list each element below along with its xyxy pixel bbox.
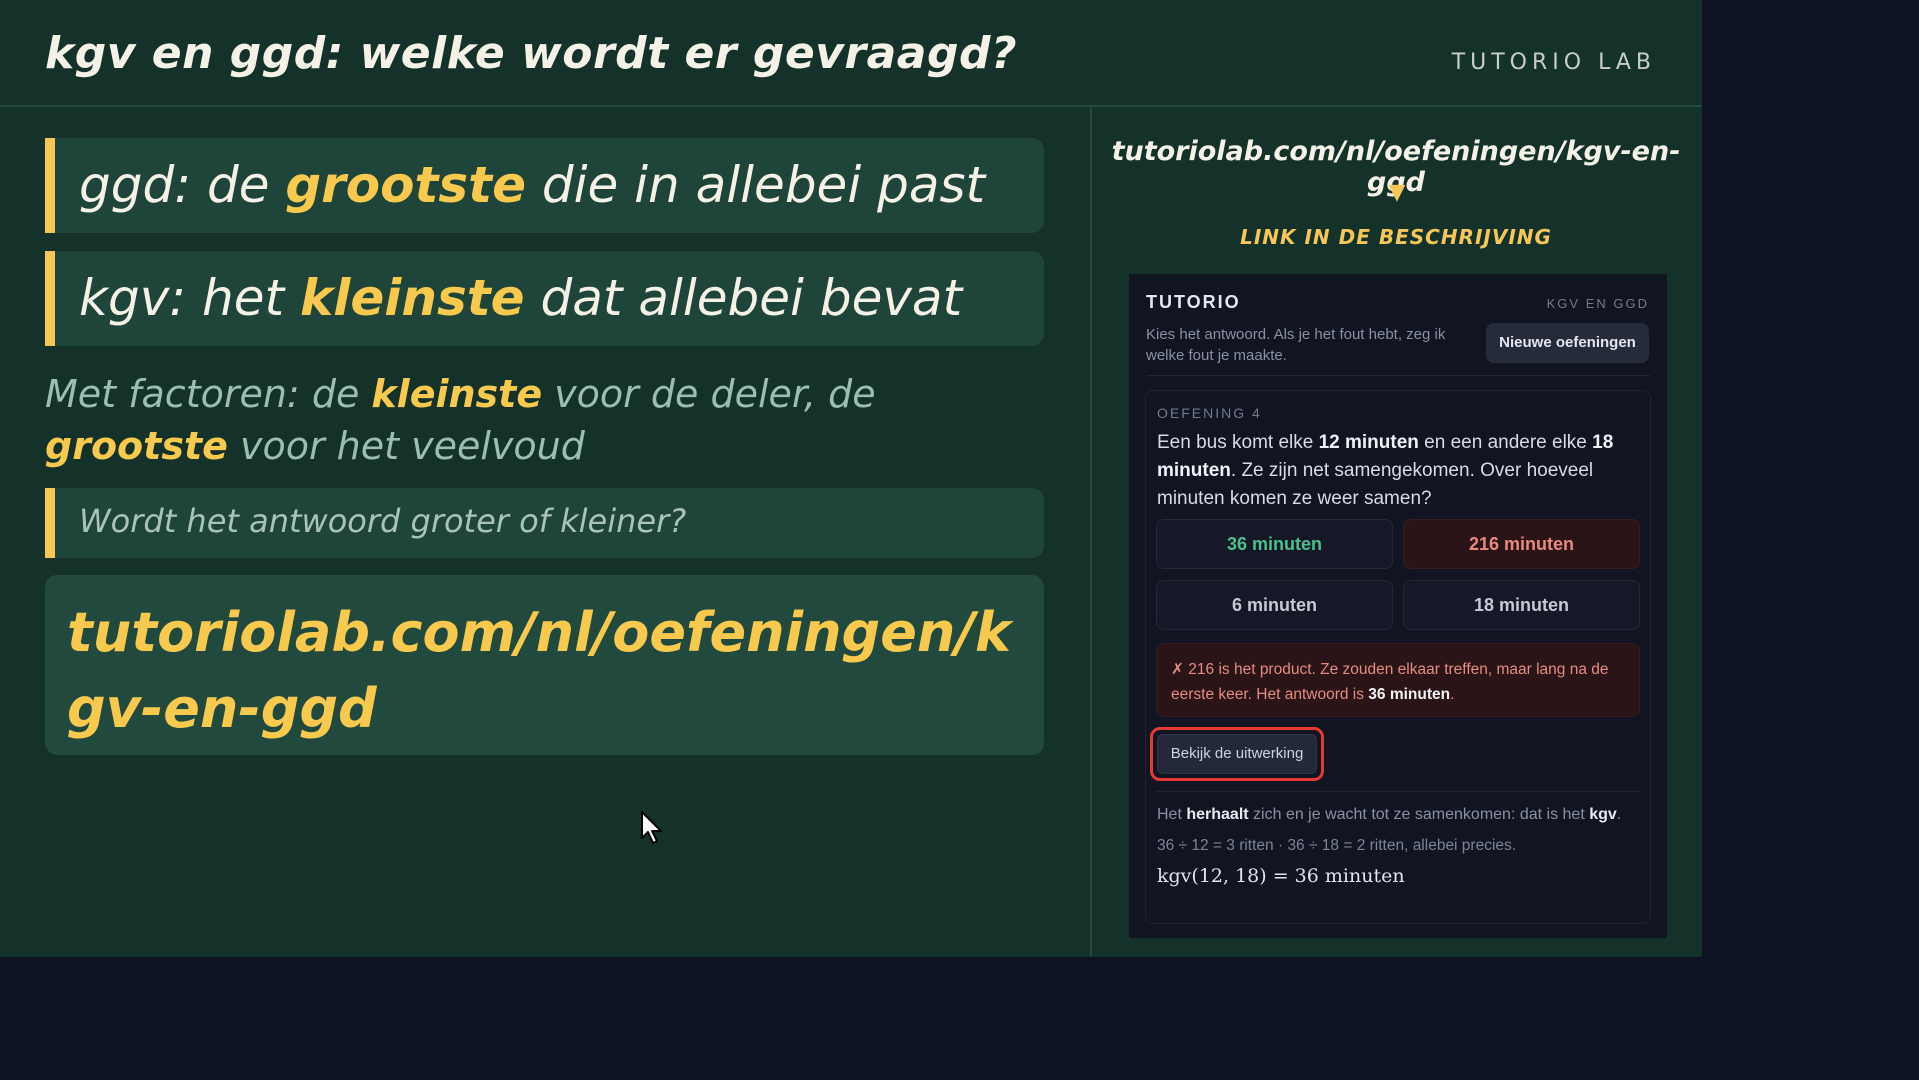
exercise-question: Een bus komt elke 12 minuten en een ande…	[1157, 429, 1637, 513]
kgv-card: kgv: het kleinste dat allebei bevat	[45, 251, 1044, 346]
factoren-part3: voor het veelvoud	[227, 424, 585, 468]
expl-part: .	[1616, 806, 1622, 823]
ggd-suffix: die in allebei past	[525, 156, 986, 214]
ggd-text: ggd: de grootste die in allebei past	[79, 156, 985, 214]
divider	[1146, 375, 1650, 376]
factoren-highlight-1: kleinste	[371, 372, 543, 416]
explanation-formula: kgv(12, 18) = 36 minuten	[1157, 865, 1405, 887]
url-text: tutoriolab.com/nl/oefeningen/kgv-en-ggd	[67, 601, 1011, 740]
link-label: LINK IN DE BESCHRIJVING	[1240, 225, 1552, 249]
arrow-down-icon: ▼	[1388, 180, 1406, 205]
factoren-highlight-2: grootste	[45, 424, 228, 468]
kgv-prefix: kgv: het	[79, 269, 300, 327]
factoren-part1: Met factoren: de	[45, 372, 372, 416]
mouse-cursor-icon	[641, 811, 662, 844]
brand-label: TUTORIO LAB	[1451, 50, 1656, 75]
ggd-highlight: grootste	[285, 156, 526, 214]
question-part: en een andere elke	[1418, 432, 1593, 453]
explanation-line: Het herhaalt zich en je wacht tot ze sam…	[1157, 806, 1647, 824]
question-bold: 12 minuten	[1318, 432, 1419, 453]
app-brand: TUTORIO	[1146, 292, 1241, 312]
kgv-text: kgv: het kleinste dat allebei bevat	[79, 269, 962, 327]
exercise-card: OEFENING 4 Een bus komt elke 12 minuten …	[1145, 390, 1651, 924]
expl-bold: herhaalt	[1186, 806, 1249, 823]
ggd-card: ggd: de grootste die in allebei past	[45, 138, 1044, 233]
tutorio-app-panel: TUTORIO KGV EN GGD Kies het antwoord. Al…	[1129, 274, 1667, 938]
expl-part: zich en je wacht tot ze samenkomen: dat …	[1248, 806, 1590, 823]
answer-option[interactable]: 6 minuten	[1156, 580, 1393, 630]
kgv-highlight: kleinste	[299, 269, 525, 327]
ggd-prefix: ggd: de	[79, 156, 286, 214]
question-part: Een bus komt elke	[1157, 432, 1319, 453]
divider	[1156, 791, 1640, 792]
answer-option-correct[interactable]: 36 minuten	[1156, 519, 1393, 569]
feedback-bold: 36 minuten	[1368, 686, 1451, 703]
factoren-note: Met factoren: de kleinste voor de deler,…	[45, 368, 1045, 472]
explanation-calc: 36 ÷ 12 = 3 ritten · 36 ÷ 18 = 2 ritten,…	[1157, 837, 1517, 854]
highlight-ring: Bekijk de uitwerking	[1150, 727, 1324, 781]
app-topic: KGV EN GGD	[1546, 296, 1649, 311]
show-solution-button[interactable]: Bekijk de uitwerking	[1157, 734, 1317, 774]
answer-option[interactable]: 18 minuten	[1403, 580, 1640, 630]
question-card: Wordt het antwoord groter of kleiner?	[45, 488, 1044, 558]
app-intro: Kies het antwoord. Als je het fout hebt,…	[1146, 326, 1446, 364]
kgv-suffix: dat allebei bevat	[524, 269, 963, 327]
feedback-message: ✗ 216 is het product. Ze zouden elkaar t…	[1156, 643, 1640, 717]
answer-option-wrong[interactable]: 216 minuten	[1403, 519, 1640, 569]
expl-part: Het	[1157, 806, 1187, 823]
chalkboard-slide: kgv en ggd: welke wordt er gevraagd? TUT…	[0, 0, 1702, 957]
exercise-label: OEFENING 4	[1157, 405, 1262, 421]
new-exercises-button[interactable]: Nieuwe oefeningen	[1486, 323, 1649, 363]
url-card: tutoriolab.com/nl/oefeningen/kgv-en-ggd	[45, 575, 1044, 755]
expl-bold: kgv	[1589, 806, 1617, 823]
slide-header: kgv en ggd: welke wordt er gevraagd? TUT…	[0, 0, 1702, 107]
column-divider	[1090, 107, 1092, 957]
factoren-part2: voor de deler, de	[542, 372, 876, 416]
feedback-end: .	[1450, 686, 1455, 703]
question-text: Wordt het antwoord groter of kleiner?	[79, 502, 687, 540]
slide-title: kgv en ggd: welke wordt er gevraagd?	[45, 28, 1017, 79]
